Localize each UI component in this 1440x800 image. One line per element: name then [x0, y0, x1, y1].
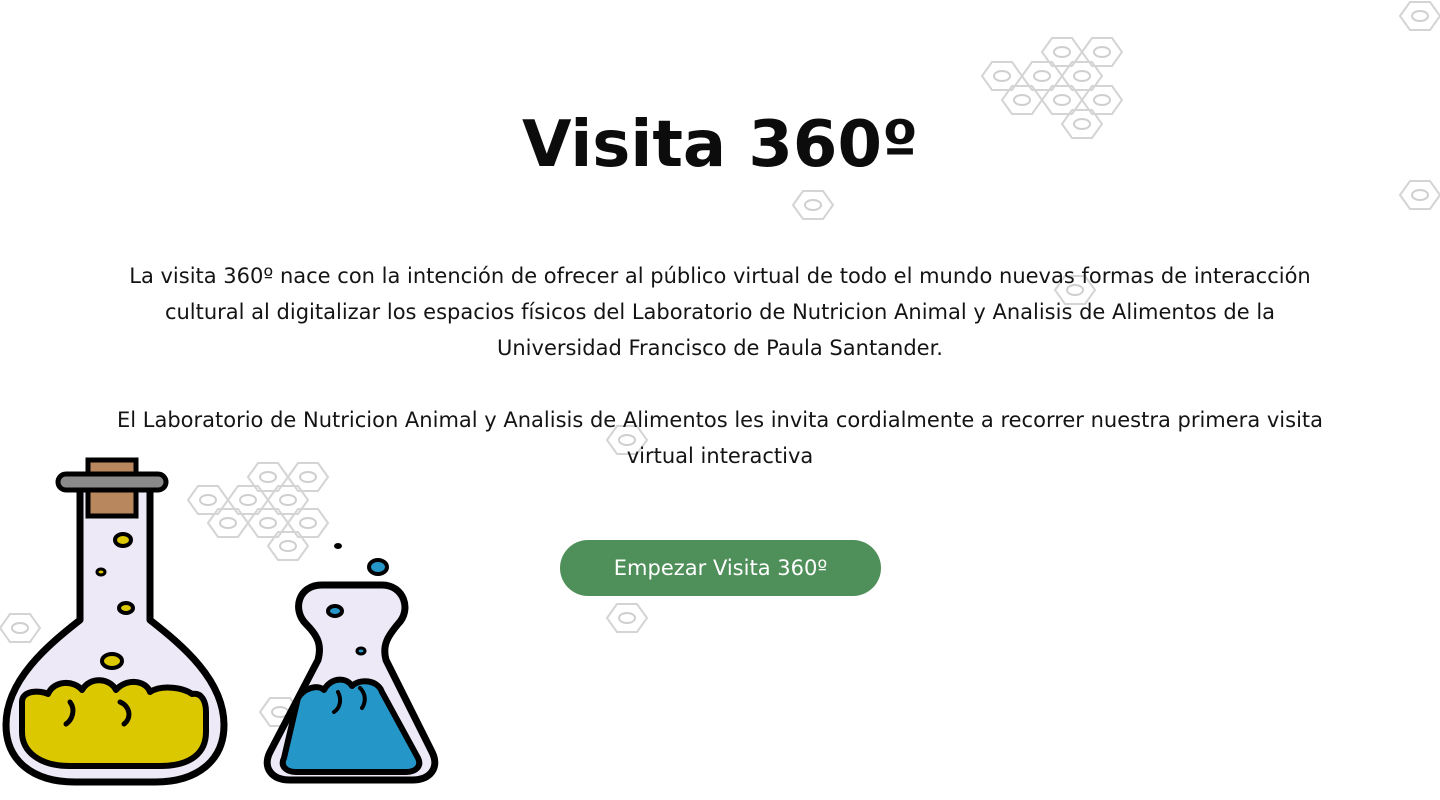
conical-flask-icon — [263, 543, 439, 784]
intro-paragraph-1: La visita 360º nace con la intención de … — [129, 264, 1311, 360]
start-visit-button[interactable]: Empezar Visita 360º — [560, 540, 881, 596]
page-title: Visita 360º — [521, 108, 919, 182]
round-flask-icon — [2, 457, 228, 786]
laboratory-flasks-icon — [2, 457, 439, 786]
